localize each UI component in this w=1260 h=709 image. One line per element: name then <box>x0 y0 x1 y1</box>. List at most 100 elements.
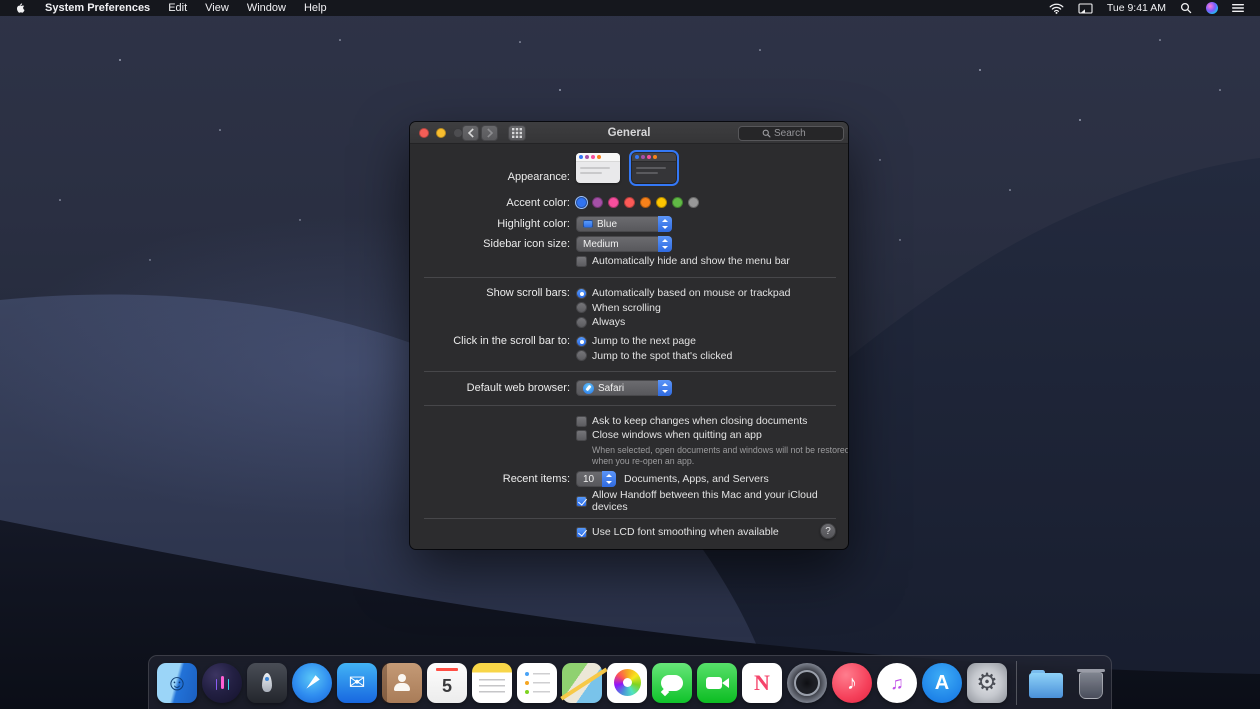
close-button[interactable] <box>419 128 429 138</box>
spotlight-icon[interactable] <box>1174 0 1198 16</box>
show-all-button[interactable] <box>508 125 526 141</box>
default-web-browser-label: Default web browser: <box>466 382 570 394</box>
sidebar-icon-size-label: Sidebar icon size: <box>483 238 570 250</box>
row-default-web-browser: Default web browser: Safari <box>410 380 848 396</box>
menu-edit[interactable]: Edit <box>159 0 196 16</box>
search-input[interactable] <box>774 127 820 139</box>
default-web-browser-value: Safari <box>598 382 625 394</box>
back-button[interactable] <box>462 125 479 141</box>
dock-maps-icon[interactable] <box>562 662 602 703</box>
help-button[interactable]: ? <box>820 523 836 539</box>
dock-safari-icon[interactable] <box>292 662 332 703</box>
checkbox-box <box>576 415 587 427</box>
accent-color-graphite[interactable] <box>688 197 699 208</box>
highlight-color-popup[interactable]: Blue <box>576 216 672 232</box>
show-scroll-bars-label: Show scroll bars: <box>486 287 570 299</box>
recent-items-label: Recent items: <box>502 473 570 485</box>
row-highlight-color: Highlight color: Blue <box>410 216 848 232</box>
appearance-label: Appearance: <box>507 171 570 183</box>
dock-reminders-icon[interactable] <box>517 662 557 703</box>
accent-color-purple[interactable] <box>592 197 603 208</box>
notification-center-icon[interactable] <box>1226 0 1250 16</box>
checkbox-ask-keep-changes[interactable]: Ask to keep changes when closing documen… <box>576 415 807 427</box>
search-field[interactable] <box>738 125 844 141</box>
radio-scrollbars-when-scrolling[interactable]: When scrolling <box>576 302 661 314</box>
accent-color-green[interactable] <box>672 197 683 208</box>
checkbox-lcd-smoothing[interactable]: Use LCD font smoothing when available <box>576 526 779 538</box>
appearance-option-light[interactable] <box>576 153 620 183</box>
menu-help[interactable]: Help <box>295 0 336 16</box>
forward-button[interactable] <box>481 125 498 141</box>
menu-bar-left: System Preferences Edit View Window Help <box>0 0 336 16</box>
accent-color-red[interactable] <box>624 197 635 208</box>
dock-music-icon[interactable]: ♪ <box>832 662 872 703</box>
appearance-light-preview <box>576 153 620 162</box>
divider <box>424 405 836 406</box>
dock-app-store-icon[interactable]: A <box>922 662 962 703</box>
window-titlebar[interactable]: General <box>410 122 848 144</box>
accent-color-pink[interactable] <box>608 197 619 208</box>
menu-window[interactable]: Window <box>238 0 295 16</box>
checkbox-box-checked <box>576 526 587 538</box>
system-preferences-window: General Appearance: <box>410 122 848 549</box>
highlight-blue-swatch <box>583 220 593 228</box>
highlight-color-value: Blue <box>597 218 618 230</box>
minimize-button[interactable] <box>436 128 446 138</box>
dock-contacts-icon[interactable] <box>382 662 422 703</box>
checkbox-hide-menu-bar[interactable]: Automatically hide and show the menu bar <box>576 255 790 267</box>
radio-jump-next-page[interactable]: Jump to the next page <box>576 335 696 347</box>
search-icon <box>762 129 771 138</box>
highlight-color-label: Highlight color: <box>497 218 570 230</box>
click-scroll-bar-label: Click in the scroll bar to: <box>453 335 570 347</box>
dock-itunes-icon[interactable]: ♫ <box>877 662 917 703</box>
menu-bar-clock[interactable]: Tue 9:41 AM <box>1101 2 1172 14</box>
desktop: System Preferences Edit View Window Help <box>0 0 1260 709</box>
dock-system-preferences-icon[interactable]: ⚙ <box>967 662 1007 703</box>
appearance-dark-preview <box>632 153 676 162</box>
dock-messages-icon[interactable] <box>652 662 692 703</box>
dock-facetime-icon[interactable] <box>697 662 737 703</box>
checkbox-label: Automatically hide and show the menu bar <box>592 255 790 267</box>
checkbox-handoff[interactable]: Allow Handoff between this Mac and your … <box>576 489 848 513</box>
dock-finder-icon[interactable]: ☺ <box>157 662 197 703</box>
apple-menu-icon[interactable] <box>0 0 36 16</box>
siri-icon[interactable] <box>1200 0 1224 16</box>
sidebar-icon-size-popup[interactable]: Medium <box>576 236 672 252</box>
appearance-option-dark-selected[interactable] <box>628 149 680 187</box>
row-recent-items: Recent items: 10 Documents, Apps, and Se… <box>410 471 848 487</box>
dock-calendar-icon[interactable]: 5 <box>427 662 467 703</box>
window-title: General <box>607 127 651 139</box>
restore-note: When selected, open documents and window… <box>592 445 848 467</box>
radio-scrollbars-always[interactable]: Always <box>576 316 625 328</box>
checkbox-label: Allow Handoff between this Mac and your … <box>592 489 818 513</box>
screen-mirroring-icon[interactable] <box>1072 0 1099 16</box>
recent-items-popup[interactable]: 10 <box>576 471 616 487</box>
safari-mini-icon <box>583 382 594 394</box>
dock-photo-booth-icon[interactable] <box>787 662 827 703</box>
dock-news-icon[interactable]: N <box>742 662 782 703</box>
checkbox-close-windows[interactable]: Close windows when quitting an app <box>576 429 762 441</box>
recent-items-value: 10 <box>583 473 595 485</box>
radio-jump-to-spot[interactable]: Jump to the spot that's clicked <box>576 350 732 362</box>
menu-view[interactable]: View <box>196 0 238 16</box>
accent-color-orange[interactable] <box>640 197 651 208</box>
default-web-browser-popup[interactable]: Safari <box>576 380 672 396</box>
radio-scrollbars-automatic[interactable]: Automatically based on mouse or trackpad <box>576 287 790 299</box>
recent-items-suffix: Documents, Apps, and Servers <box>624 473 769 485</box>
dock-trash-icon[interactable] <box>1071 663 1111 703</box>
dock-mail-icon[interactable]: ✉ <box>337 662 377 703</box>
wifi-icon[interactable] <box>1043 0 1070 16</box>
menu-system-preferences[interactable]: System Preferences <box>36 0 159 16</box>
dock-notes-icon[interactable] <box>472 662 512 703</box>
accent-color-yellow[interactable] <box>656 197 667 208</box>
row-handoff: Allow Handoff between this Mac and your … <box>410 489 848 513</box>
dock-downloads-folder-icon[interactable] <box>1026 663 1066 703</box>
checkbox-box-checked <box>576 495 587 507</box>
row-ask-keep-changes: Ask to keep changes when closing documen… <box>410 415 848 427</box>
dock-launchpad-icon[interactable] <box>247 662 287 703</box>
dock-siri-icon[interactable] <box>202 662 242 703</box>
checkbox-label: Ask to keep changes when closing documen… <box>592 415 808 427</box>
dock-separator <box>1016 660 1017 705</box>
dock-photos-icon[interactable] <box>607 662 647 703</box>
accent-color-blue[interactable] <box>575 196 588 209</box>
